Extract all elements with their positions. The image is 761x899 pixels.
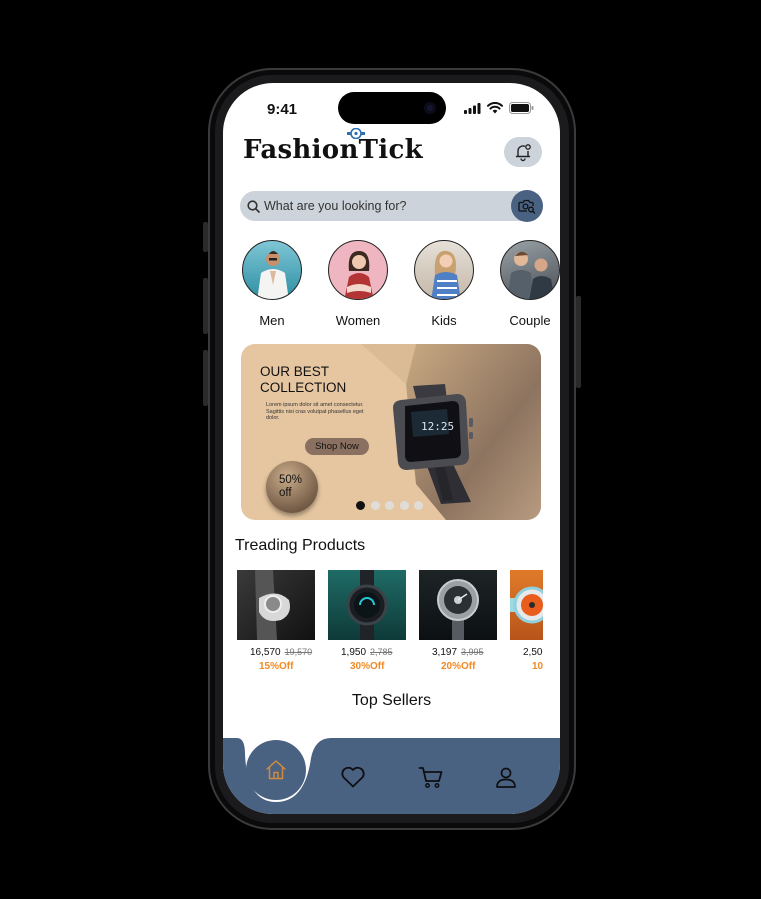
user-icon — [496, 767, 516, 788]
app-screen: 9:41 FashionTick What are you looking fo… — [223, 83, 560, 814]
battery-icon — [509, 102, 534, 114]
category-couple[interactable]: Couple — [495, 240, 560, 328]
product-discount: 30%Off — [350, 661, 385, 672]
product-image — [237, 570, 315, 640]
dynamic-island — [338, 92, 446, 124]
product-discount: 20%Off — [441, 661, 476, 672]
product-discount: 15%Off — [259, 661, 294, 672]
product-image — [419, 570, 497, 640]
category-label: Kids — [431, 313, 457, 328]
category-women[interactable]: Women — [323, 240, 393, 328]
status-icons — [464, 102, 534, 114]
product-old-price: 2,785 — [370, 647, 393, 657]
smartwatch-image: 12:25 — [393, 384, 473, 504]
product-prices: 2,500 — [510, 647, 543, 658]
carousel-dot[interactable] — [399, 501, 409, 510]
category-label: Couple — [509, 313, 551, 328]
trending-title: Treading Products — [235, 537, 366, 554]
carousel-dot[interactable] — [356, 501, 365, 510]
category-label: Women — [335, 313, 381, 328]
category-kids-image — [414, 240, 474, 300]
carousel-dot[interactable] — [370, 501, 380, 510]
product-prices: 3,197 3,995 — [419, 647, 497, 658]
promo-banner[interactable]: OUR BEST COLLECTION Lorem ipsum dolor si… — [241, 344, 541, 520]
front-camera-icon — [424, 102, 436, 114]
heart-icon — [341, 766, 365, 788]
bottom-navigation — [223, 738, 560, 814]
discount-badge: 50% off — [266, 461, 318, 513]
product-card[interactable]: 3,197 3,995 20%Off — [419, 570, 497, 672]
signal-icon — [464, 102, 481, 114]
status-time: 9:41 — [267, 101, 298, 118]
top-sellers-title: Top Sellers — [351, 692, 432, 709]
search-input[interactable]: What are you looking for? — [264, 199, 406, 213]
category-women-image — [328, 240, 388, 300]
carousel-dot[interactable] — [385, 501, 394, 510]
brand-logo[interactable]: FashionTick — [243, 135, 423, 165]
nav-cart-button[interactable] — [416, 762, 446, 792]
category-label: Men — [259, 313, 285, 328]
search-bar[interactable]: What are you looking for? — [240, 190, 543, 222]
product-price: 1,950 — [341, 647, 367, 658]
banner-description: Lorem ipsum dolor sit amet consectetur. … — [266, 402, 364, 421]
nav-profile-button[interactable] — [491, 762, 521, 792]
image-search-button[interactable] — [511, 190, 543, 222]
power-button — [576, 296, 581, 388]
carousel-dot[interactable] — [414, 501, 423, 510]
shop-now-button[interactable]: Shop Now — [305, 438, 369, 455]
watch-display: 12:25 — [421, 420, 454, 433]
nav-wishlist-button[interactable] — [338, 762, 368, 792]
product-prices: 16,570 19,570 — [237, 647, 315, 658]
product-list: 16,570 19,570 15%Off 1,950 2,785 30%Off 3,… — [237, 570, 543, 680]
product-image — [510, 570, 543, 640]
search-icon — [247, 199, 260, 213]
product-card[interactable]: 2,500 10% — [510, 570, 543, 672]
product-image — [328, 570, 406, 640]
product-card[interactable]: 16,570 19,570 15%Off — [237, 570, 315, 672]
product-old-price: 3,995 — [461, 647, 484, 657]
camera-search-icon — [518, 199, 536, 214]
wifi-icon — [487, 102, 503, 114]
product-price: 2,500 — [523, 647, 543, 658]
category-men-image — [242, 240, 302, 300]
home-icon — [266, 760, 286, 780]
carousel-dots[interactable] — [356, 501, 423, 510]
category-men[interactable]: Men — [241, 240, 307, 328]
bell-icon — [515, 144, 531, 162]
product-price: 16,570 — [250, 647, 281, 658]
category-couple-image — [500, 240, 560, 300]
product-price: 3,197 — [432, 647, 458, 658]
product-card[interactable]: 1,950 2,785 30%Off — [328, 570, 406, 672]
category-list: Men Women Kids Couple — [241, 240, 560, 330]
cart-icon — [418, 767, 443, 788]
product-prices: 1,950 2,785 — [328, 647, 406, 658]
nav-home-button[interactable] — [246, 740, 306, 800]
product-discount: 10% — [532, 661, 543, 672]
category-kids[interactable]: Kids — [409, 240, 479, 328]
banner-title: OUR BEST COLLECTION — [260, 364, 347, 395]
product-old-price: 19,570 — [284, 647, 313, 657]
notifications-button[interactable] — [504, 137, 542, 167]
